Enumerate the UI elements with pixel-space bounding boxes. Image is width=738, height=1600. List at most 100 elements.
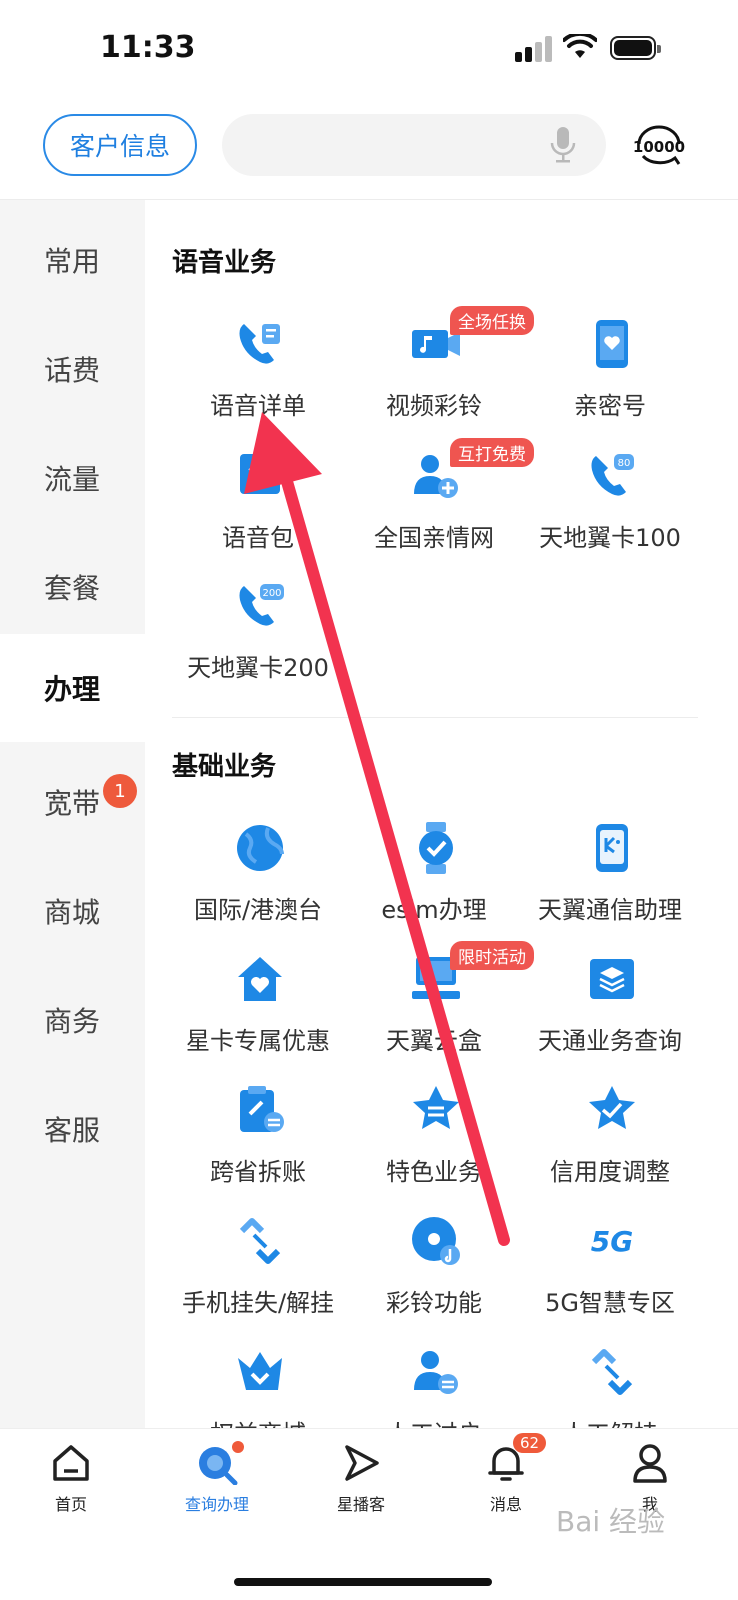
star-check-icon	[589, 1086, 635, 1129]
tile-label: 全国亲情网	[374, 524, 494, 552]
sidebar-item-handle[interactable]: 办理	[0, 634, 145, 742]
tile-label: 星卡专属优惠	[186, 1027, 330, 1055]
tile-label: 视频彩铃	[386, 392, 482, 420]
tile-label: 手机挂失/解挂	[181, 1289, 335, 1317]
sidebar-item-data[interactable]: 流量	[0, 424, 145, 532]
tab-label: 首页	[54, 1495, 87, 1514]
broadband-badge: 1	[103, 774, 137, 808]
sidebar-item-label: 话费	[44, 354, 101, 387]
crown-icon	[238, 1352, 282, 1390]
sidebar-item-label: 宽带	[44, 787, 101, 820]
tile-voice-detail[interactable]: 语音详单	[170, 318, 346, 438]
layers-icon	[590, 959, 634, 999]
tile-international[interactable]: 国际/港澳台	[170, 822, 346, 942]
tile-label: 人工解挂	[512, 1414, 708, 1428]
tile-cloud-box[interactable]: 限时活动 天翼云盒	[346, 941, 534, 1073]
clipboard-link-icon	[240, 1086, 284, 1132]
watermark: Bai 经验	[556, 1505, 666, 1538]
tile-tiantong-query[interactable]: 天通业务查询	[522, 953, 698, 1073]
phone-80-icon: 80	[591, 454, 634, 496]
header: 客户信息 10000	[0, 100, 738, 200]
tile-label: 人工过户	[336, 1414, 532, 1428]
battery-icon	[610, 36, 661, 60]
tab-messages[interactable]: 62 消息	[451, 1433, 561, 1521]
tile-label: 天翼云盒	[386, 1027, 482, 1055]
sidebar-item-label: 客服	[44, 1114, 101, 1147]
sidebar-item-label: 商城	[44, 896, 101, 929]
section-title-basic: 基础业务	[172, 752, 277, 782]
tile-manual-transfer[interactable]: 人工过户	[346, 1346, 522, 1428]
tile-comm-assistant[interactable]: 天翼通信助理	[522, 822, 698, 942]
tab-home[interactable]: 首页	[16, 1441, 126, 1521]
tile-label: 信用度调整	[550, 1158, 670, 1186]
tile-star-card-offer[interactable]: 星卡专属优惠	[170, 953, 346, 1073]
heart-phone-icon	[596, 320, 628, 368]
tile-rights-mall[interactable]: 权益商城	[170, 1346, 346, 1428]
wifi-icon	[563, 34, 597, 58]
tile-5g-zone[interactable]: 5G 5G智慧专区	[522, 1215, 698, 1335]
tile-label: 天地翼卡200	[187, 654, 329, 682]
tile-manual-unlock[interactable]: 人工解挂	[522, 1346, 698, 1428]
voice-pack-icon	[240, 454, 280, 494]
tile-intimate-number[interactable]: 亲密号	[522, 318, 698, 438]
play-icon	[345, 1445, 379, 1481]
svg-text:200: 200	[262, 588, 281, 599]
tile-label: 跨省拆账	[210, 1158, 306, 1186]
tab-label: 星播客	[336, 1495, 385, 1514]
watch-icon	[419, 822, 453, 874]
5g-icon: 5G	[591, 1225, 633, 1258]
tile-label: 天地翼卡100	[539, 524, 681, 552]
tile-label: 权益商城	[160, 1414, 356, 1428]
message-count-badge: 62	[513, 1433, 547, 1453]
tile-label: 语音包	[222, 524, 294, 552]
status-bar: 11:33	[0, 0, 738, 100]
tile-label: 亲密号	[574, 392, 646, 420]
sidebar-item-fee[interactable]: 话费	[0, 315, 145, 423]
person-icon	[633, 1444, 667, 1483]
svg-text:5G: 5G	[591, 1225, 633, 1258]
tile-label: 语音详单	[210, 392, 306, 420]
tile-phone-loss[interactable]: 手机挂失/解挂	[170, 1215, 346, 1335]
tile-feature-service[interactable]: 特色业务	[346, 1084, 522, 1204]
tab-label: 查询办理	[184, 1495, 249, 1514]
sidebar-item-label: 套餐	[44, 572, 101, 605]
category-sidebar: 常用 话费 流量 套餐 办理 宽带 1 商城 商务 客服	[0, 200, 145, 1428]
sidebar-item-label: 商务	[44, 1005, 101, 1038]
tile-esim[interactable]: esim办理	[346, 822, 522, 942]
tile-video-ringtone[interactable]: 全场任换 视频彩铃	[346, 306, 534, 438]
sidebar-item-plan[interactable]: 套餐	[0, 533, 145, 641]
tile-tiandi-card-200[interactable]: 200 天地翼卡200	[170, 580, 346, 700]
sidebar-item-business[interactable]: 商务	[0, 966, 145, 1074]
tab-star-podcast[interactable]: 星播客	[306, 1441, 416, 1521]
tile-label: 5G智慧专区	[545, 1289, 675, 1317]
home-icon	[53, 1445, 89, 1481]
star-badge-icon	[413, 1086, 459, 1129]
tile-label: 天翼通信助理	[538, 896, 682, 924]
tile-voice-pack[interactable]: 语音包	[170, 450, 346, 570]
microphone-icon[interactable]	[550, 126, 576, 164]
phone-200-icon: 200	[239, 584, 284, 626]
tile-label: 国际/港澳台	[193, 896, 323, 924]
10000-service-icon[interactable]: 10000	[633, 124, 685, 168]
sidebar-item-label: 办理	[44, 673, 101, 706]
search-input[interactable]	[222, 114, 606, 176]
home-indicator[interactable]	[234, 1578, 492, 1586]
tile-label: esim办理	[381, 896, 487, 924]
service-content: 语音业务 语音详单 全场任换 视频彩铃 亲密号 语音包 互打免费 全国亲情网 8…	[145, 200, 738, 1428]
customer-info-button[interactable]: 客户信息	[43, 114, 197, 176]
sidebar-item-service[interactable]: 客服	[0, 1075, 145, 1183]
cellular-signal-icon	[515, 36, 555, 62]
tile-cross-province[interactable]: 跨省拆账	[170, 1084, 346, 1204]
tile-credit-adjust[interactable]: 信用度调整	[522, 1084, 698, 1204]
sidebar-item-mall[interactable]: 商城	[0, 857, 145, 965]
link-icon	[591, 1349, 633, 1395]
tab-query-handle[interactable]: 查询办理	[162, 1441, 272, 1521]
link-icon	[239, 1218, 281, 1264]
sidebar-item-broadband[interactable]: 宽带 1	[0, 748, 145, 856]
sidebar-item-common[interactable]: 常用	[0, 206, 145, 314]
tile-ringtone-function[interactable]: 彩铃功能	[346, 1215, 522, 1335]
tile-label: 天通业务查询	[538, 1027, 682, 1055]
tile-family-network[interactable]: 互打免费 全国亲情网	[346, 438, 534, 570]
tile-tiandi-card-100[interactable]: 80 天地翼卡100	[522, 450, 698, 570]
tile-label: 彩铃功能	[386, 1289, 482, 1317]
